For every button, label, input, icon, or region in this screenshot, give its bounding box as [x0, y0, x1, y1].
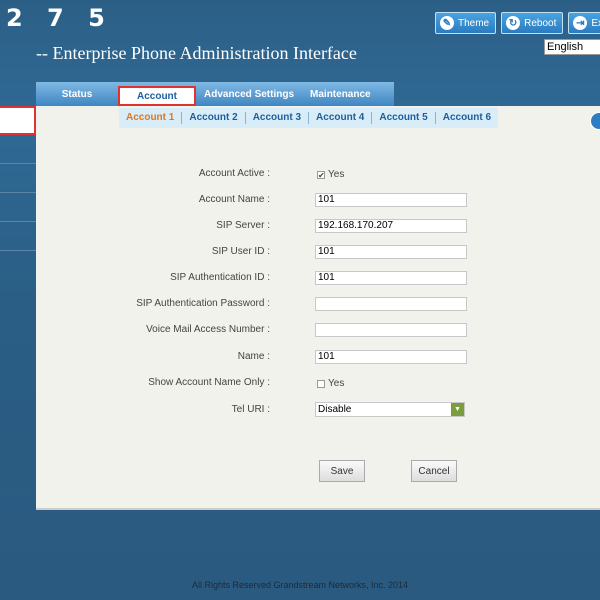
row-show-name-only: Show Account Name Only : Yes	[36, 376, 600, 392]
account-name-input[interactable]: 101	[315, 193, 467, 207]
main-nav: Status Account Advanced Settings Mainten…	[36, 82, 394, 106]
sip-user-id-label: SIP User ID :	[211, 246, 270, 257]
sip-auth-password-label: SIP Authentication Password :	[136, 298, 270, 309]
sip-auth-id-label: SIP Authentication ID :	[170, 272, 270, 283]
account-subtabs: Account 1 Account 2 Account 3 Account 4 …	[119, 108, 499, 128]
sidebar-item[interactable]	[0, 135, 36, 164]
sidebar-item-active[interactable]	[0, 106, 36, 135]
tab-maintenance[interactable]: Maintenance	[302, 82, 379, 106]
sidebar-item[interactable]	[0, 193, 36, 222]
name-label: Name :	[237, 351, 270, 362]
voicemail-label: Voice Mail Access Number :	[146, 324, 270, 335]
tel-uri-select[interactable]: Disable ▼	[315, 402, 465, 417]
reboot-label: Reboot	[524, 17, 557, 29]
account-active-label: Account Active :	[198, 168, 270, 179]
account-name-label: Account Name :	[198, 194, 270, 205]
show-name-only-checkbox[interactable]: Yes	[317, 378, 344, 389]
exit-button[interactable]: ⇥ Ex	[568, 12, 600, 34]
row-tel-uri: Tel URI : Disable ▼	[36, 402, 600, 419]
brand-logo: 2 7 5	[6, 4, 113, 32]
sidebar	[0, 106, 36, 251]
sidebar-item[interactable]	[0, 222, 36, 251]
voicemail-input[interactable]	[315, 323, 467, 337]
row-account-name: Account Name : 101	[36, 193, 600, 209]
theme-icon: ✎	[440, 16, 454, 30]
subtab-account-4[interactable]: Account 4	[309, 112, 373, 124]
row-voicemail: Voice Mail Access Number :	[36, 323, 600, 339]
tel-uri-value: Disable	[318, 404, 352, 415]
sip-auth-id-input[interactable]: 101	[315, 271, 467, 285]
name-input[interactable]: 101	[315, 350, 467, 364]
chevron-down-icon: ▼	[451, 403, 464, 416]
row-account-active: Account Active : ✔ Yes	[36, 167, 600, 183]
exit-label: Ex	[591, 17, 600, 29]
exit-icon: ⇥	[573, 16, 588, 30]
reboot-button[interactable]: ↻ Reboot	[501, 12, 564, 34]
main-panel: Account 1 Account 2 Account 3 Account 4 …	[36, 106, 600, 510]
reboot-icon: ↻	[506, 16, 521, 30]
subtab-account-1[interactable]: Account 1	[119, 112, 183, 124]
save-button[interactable]: Save	[319, 460, 365, 482]
row-sip-user-id: SIP User ID : 101	[36, 245, 600, 261]
subtab-account-2[interactable]: Account 2	[182, 112, 246, 124]
row-sip-auth-id: SIP Authentication ID : 101	[36, 271, 600, 287]
subtab-account-6[interactable]: Account 6	[436, 112, 498, 124]
subtab-account-3[interactable]: Account 3	[246, 112, 310, 124]
sip-auth-password-input[interactable]	[315, 297, 467, 311]
show-name-only-value: Yes	[328, 378, 345, 389]
unchecked-icon	[317, 379, 325, 388]
page-subtitle: -- Enterprise Phone Administration Inter…	[36, 43, 357, 63]
help-icon[interactable]	[590, 112, 600, 130]
cancel-button[interactable]: Cancel	[411, 460, 457, 482]
show-name-only-label: Show Account Name Only :	[148, 377, 270, 388]
subtab-account-5[interactable]: Account 5	[372, 112, 436, 124]
sip-server-label: SIP Server :	[216, 220, 270, 231]
row-sip-server: SIP Server : 192.168.170.207	[36, 219, 600, 235]
sidebar-item[interactable]	[0, 164, 36, 193]
row-sip-auth-password: SIP Authentication Password :	[36, 297, 600, 313]
checked-icon: ✔	[317, 170, 325, 180]
top-actions: ✎ Theme ↻ Reboot ⇥ Ex	[435, 12, 600, 34]
tab-account[interactable]: Account	[118, 86, 196, 106]
account-active-value: Yes	[328, 169, 345, 180]
sip-server-input[interactable]: 192.168.170.207	[315, 219, 467, 233]
sip-user-id-input[interactable]: 101	[315, 245, 467, 259]
tab-advanced-settings[interactable]: Advanced Settings	[196, 82, 302, 106]
row-name: Name : 101	[36, 350, 600, 366]
theme-button[interactable]: ✎ Theme	[435, 12, 497, 34]
theme-label: Theme	[458, 17, 490, 29]
footer-copyright: All Rights Reserved Grandstream Networks…	[191, 580, 409, 590]
account-active-checkbox[interactable]: ✔ Yes	[317, 169, 344, 180]
tel-uri-label: Tel URI :	[231, 404, 270, 415]
language-select[interactable]: English	[544, 39, 600, 55]
tab-status[interactable]: Status	[36, 82, 118, 106]
